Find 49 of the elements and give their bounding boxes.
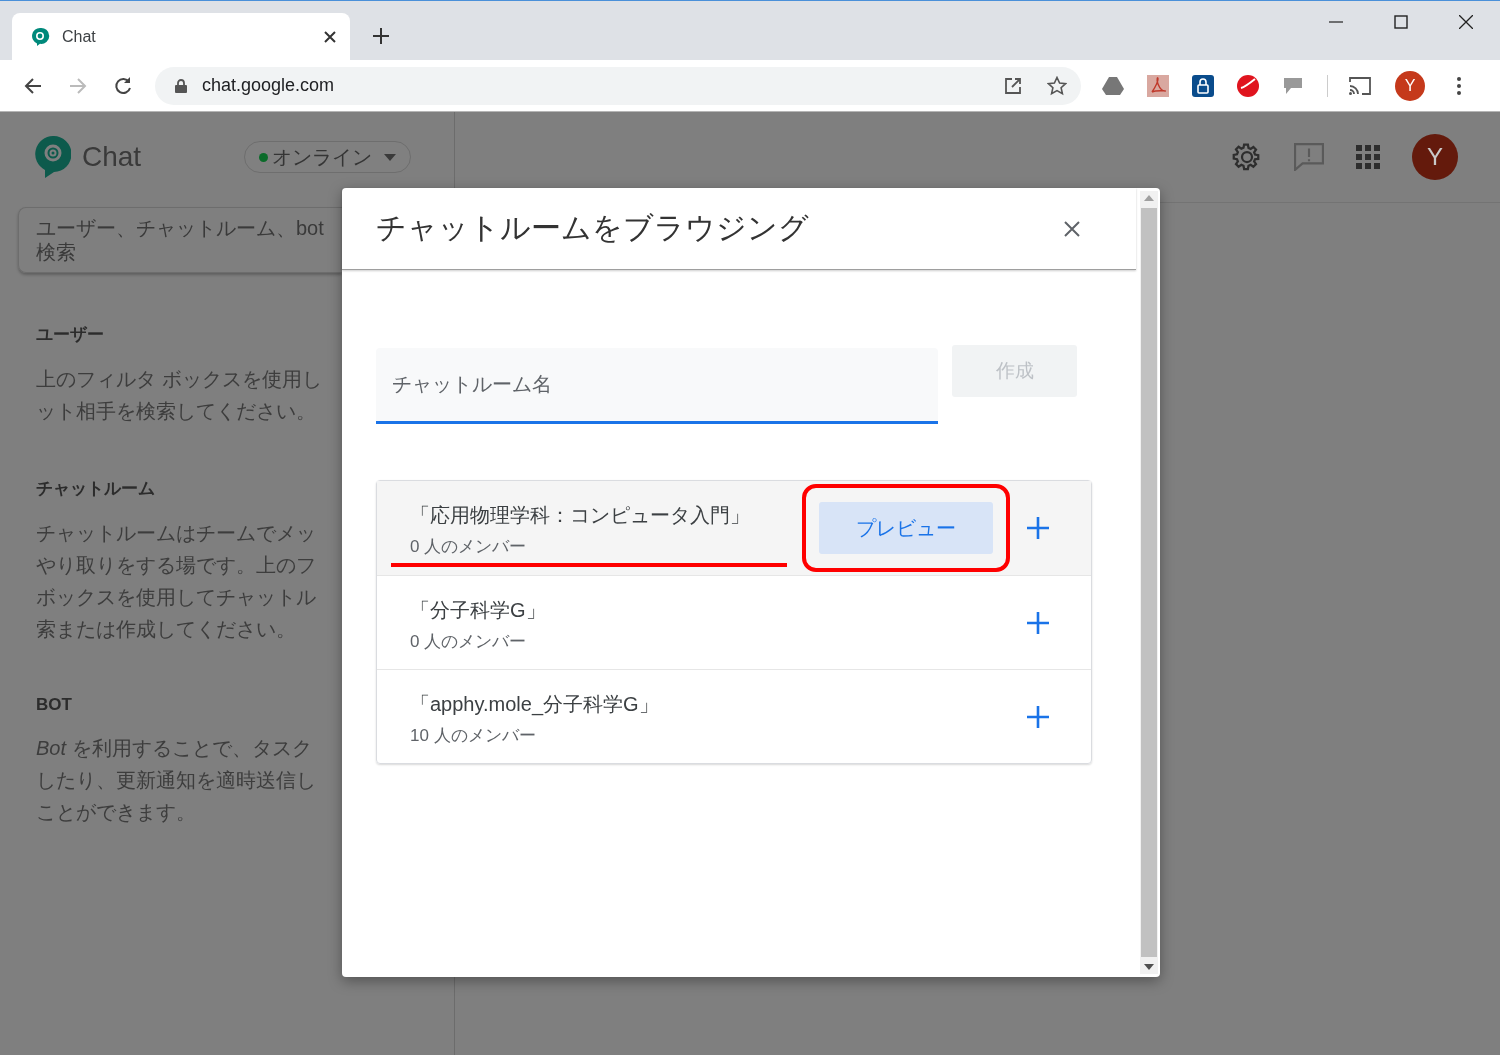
add-icon[interactable]: [1027, 517, 1049, 539]
section-description: チャットルームはチームでメッ やり取りをする場です。上のフ ボックスを使用してチャットル 索または作成してください。: [36, 521, 317, 642]
room-item[interactable]: 「分子科学G」 0 人のメンバー: [377, 575, 1091, 669]
section-description: Bot を利用することで、タスク したり、更新通知を適時送信し ことができます。: [36, 736, 317, 825]
url-text: chat.google.com: [202, 75, 335, 96]
lock-icon: [175, 78, 187, 93]
app-name: Chat: [82, 141, 142, 173]
star-icon[interactable]: [1047, 75, 1067, 96]
pdf-icon[interactable]: [1147, 74, 1169, 97]
settings-icon[interactable]: [1232, 142, 1262, 172]
room-name: 「応用物理学科：コンピュータ入門」: [410, 503, 750, 528]
close-icon[interactable]: [324, 30, 336, 43]
chat-bubble-icon: [30, 26, 50, 47]
close-icon[interactable]: [1459, 15, 1473, 29]
open-external-icon[interactable]: [1004, 76, 1022, 95]
profile-avatar[interactable]: Y: [1412, 134, 1458, 180]
padlock-icon[interactable]: [1192, 74, 1214, 97]
room-item[interactable]: 「apphy.mole_分子科学G」 10 人のメンバー: [377, 669, 1091, 763]
reload-icon[interactable]: [113, 75, 133, 96]
close-icon[interactable]: [1064, 220, 1080, 237]
caret-icon: [384, 153, 397, 161]
add-icon[interactable]: [1027, 611, 1049, 634]
maximize-icon[interactable]: [1394, 15, 1408, 29]
tab-title: Chat: [62, 27, 97, 46]
menu-icon[interactable]: [1457, 76, 1461, 95]
section-heading: チャットルーム: [36, 478, 155, 500]
preview-button[interactable]: プレビュー: [819, 502, 993, 554]
room-name-field[interactable]: チャットルーム名: [376, 348, 938, 424]
section-description: 上のフィルタ ボックスを使用し ット相手を検索してください。: [36, 367, 323, 424]
member-count: 0 人のメンバー: [410, 630, 527, 653]
ball-icon[interactable]: [1237, 74, 1259, 97]
apps-grid-icon[interactable]: [1356, 145, 1380, 169]
new-tab-icon[interactable]: [372, 27, 390, 45]
profile-avatar[interactable]: Y: [1395, 70, 1425, 101]
member-count: 0 人のメンバー: [410, 536, 527, 558]
chat-logo-icon: [35, 136, 71, 178]
browser-tab[interactable]: Chat: [12, 13, 350, 60]
room-name: 「分子科学G」: [410, 597, 546, 623]
section-heading: ユーザー: [36, 324, 104, 346]
section-heading: BOT: [36, 695, 72, 715]
dialog-title: チャットルームをブラウジング: [376, 210, 810, 246]
back-icon[interactable]: [23, 75, 43, 96]
member-count: 10 人のメンバー: [410, 724, 536, 747]
scroll-down-icon[interactable]: [1144, 964, 1154, 970]
address-bar[interactable]: chat.google.com: [155, 66, 1081, 105]
cast-icon[interactable]: [1348, 75, 1372, 96]
room-name: 「apphy.mole_分子科学G」: [410, 691, 659, 718]
add-icon[interactable]: [1027, 705, 1049, 728]
room-item[interactable]: 「応用物理学科：コンピュータ入門」 0 人のメンバー プレビュー: [377, 481, 1091, 575]
